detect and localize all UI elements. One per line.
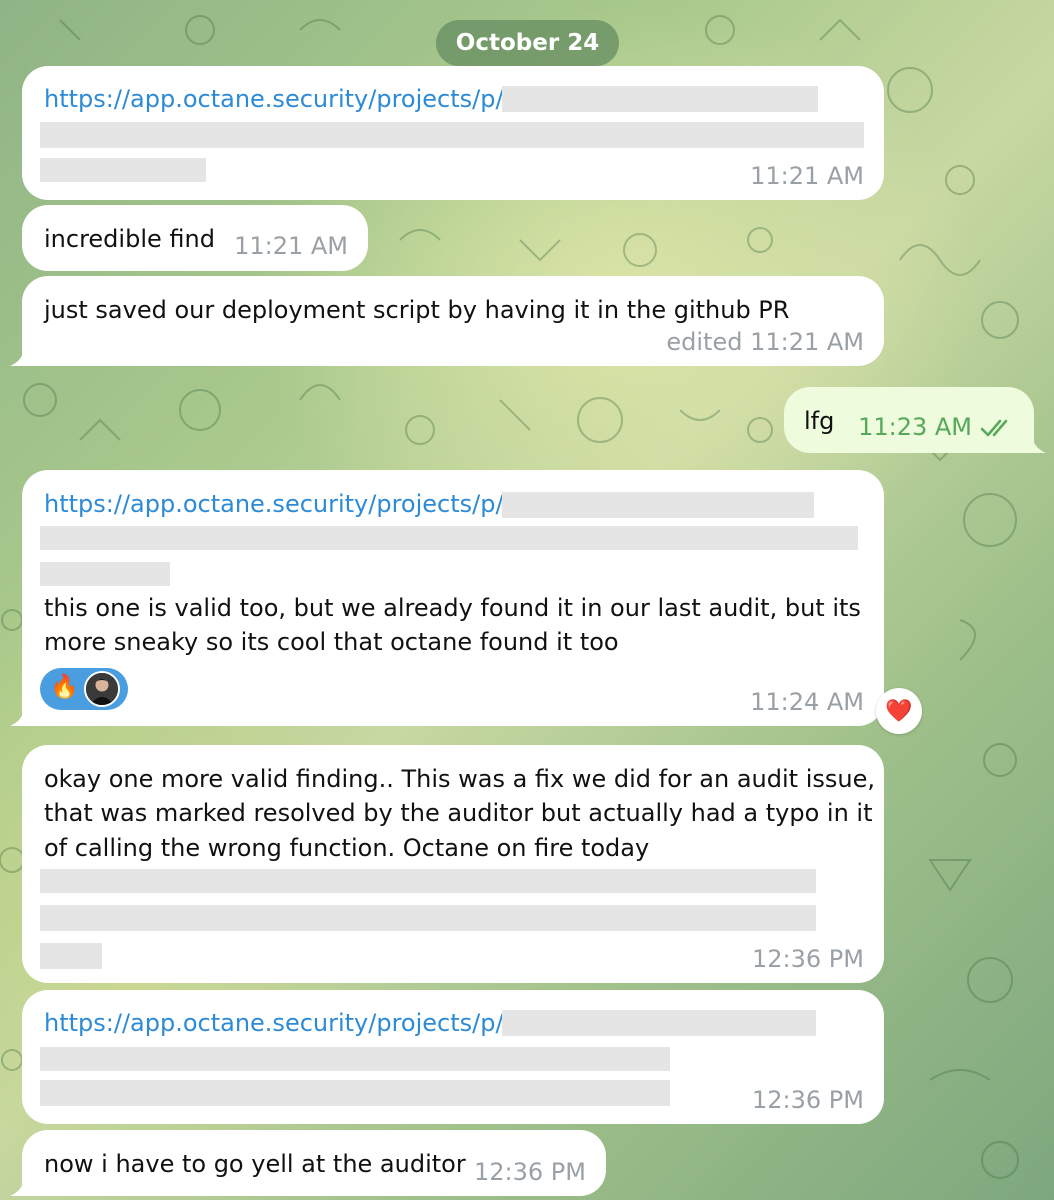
message-text-line: of calling the wrong function. Octane on… <box>44 834 650 862</box>
redacted-block <box>40 1080 670 1106</box>
message-text-line: okay one more valid finding.. This was a… <box>44 765 875 793</box>
redacted-block <box>40 562 170 586</box>
message-text: now i have to go yell at the auditor <box>44 1150 466 1178</box>
message-bubble[interactable]: https://app.octane.security/projects/p/ … <box>22 66 884 200</box>
message-text: incredible find <box>44 225 215 253</box>
message-timestamp: 11:21 AM <box>750 162 864 190</box>
message-timestamp: 12:36 PM <box>474 1158 586 1186</box>
double-check-icon <box>980 419 1008 437</box>
redacted-block <box>40 158 206 182</box>
bubble-tail <box>1024 433 1046 453</box>
reaction-pill[interactable]: 🔥 <box>40 668 128 710</box>
message-link[interactable]: https://app.octane.security/projects/p/ <box>44 1006 504 1040</box>
outgoing-message-bubble[interactable]: lfg 11:23 AM <box>784 387 1046 453</box>
redacted-block <box>502 1010 816 1036</box>
message-text-line: more sneaky so its cool that octane foun… <box>44 628 619 656</box>
redacted-block <box>40 526 858 550</box>
message-bubble[interactable]: incredible find 11:21 AM <box>22 205 368 271</box>
message-timestamp: 11:23 AM <box>858 413 972 441</box>
message-bubble[interactable]: just saved our deployment script by havi… <box>10 276 884 366</box>
redacted-block <box>40 1047 670 1071</box>
date-separator: October 24 <box>436 20 619 66</box>
message-link[interactable]: https://app.octane.security/projects/p/ <box>44 487 504 521</box>
message-link[interactable]: https://app.octane.security/projects/p/ <box>44 82 504 116</box>
message-text: lfg <box>804 407 835 435</box>
message-bubble[interactable]: now i have to go yell at the auditor 12:… <box>10 1130 606 1196</box>
redacted-block <box>40 122 864 148</box>
message-timestamp: 11:21 AM <box>234 232 348 260</box>
message-bubble[interactable]: https://app.octane.security/projects/p/ … <box>22 990 884 1124</box>
bubble-tail <box>10 706 32 726</box>
bubble-tail <box>10 1176 32 1196</box>
fire-reaction-emoji: 🔥 <box>50 674 79 700</box>
message-timestamp: 11:24 AM <box>750 688 864 716</box>
redacted-block <box>40 943 102 969</box>
bubble-tail <box>10 346 32 366</box>
redacted-block <box>502 492 814 518</box>
message-text-line: this one is valid too, but we already fo… <box>44 594 861 622</box>
message-timestamp: edited 11:21 AM <box>666 328 864 356</box>
message-bubble[interactable]: okay one more valid finding.. This was a… <box>22 745 884 983</box>
heart-icon: ❤️ <box>885 698 913 724</box>
message-timestamp: 12:36 PM <box>752 945 864 973</box>
redacted-block <box>40 869 816 893</box>
message-text-line: that was marked resolved by the auditor … <box>44 799 873 827</box>
redacted-block <box>502 86 818 112</box>
heart-reaction-button[interactable]: ❤️ <box>876 688 922 734</box>
redacted-block <box>40 905 816 931</box>
message-text: just saved our deployment script by havi… <box>44 296 790 324</box>
date-separator-label: October 24 <box>455 30 600 56</box>
message-timestamp: 12:36 PM <box>752 1086 864 1114</box>
reactor-avatar-icon <box>84 671 120 707</box>
message-bubble[interactable]: https://app.octane.security/projects/p/ … <box>10 470 884 726</box>
